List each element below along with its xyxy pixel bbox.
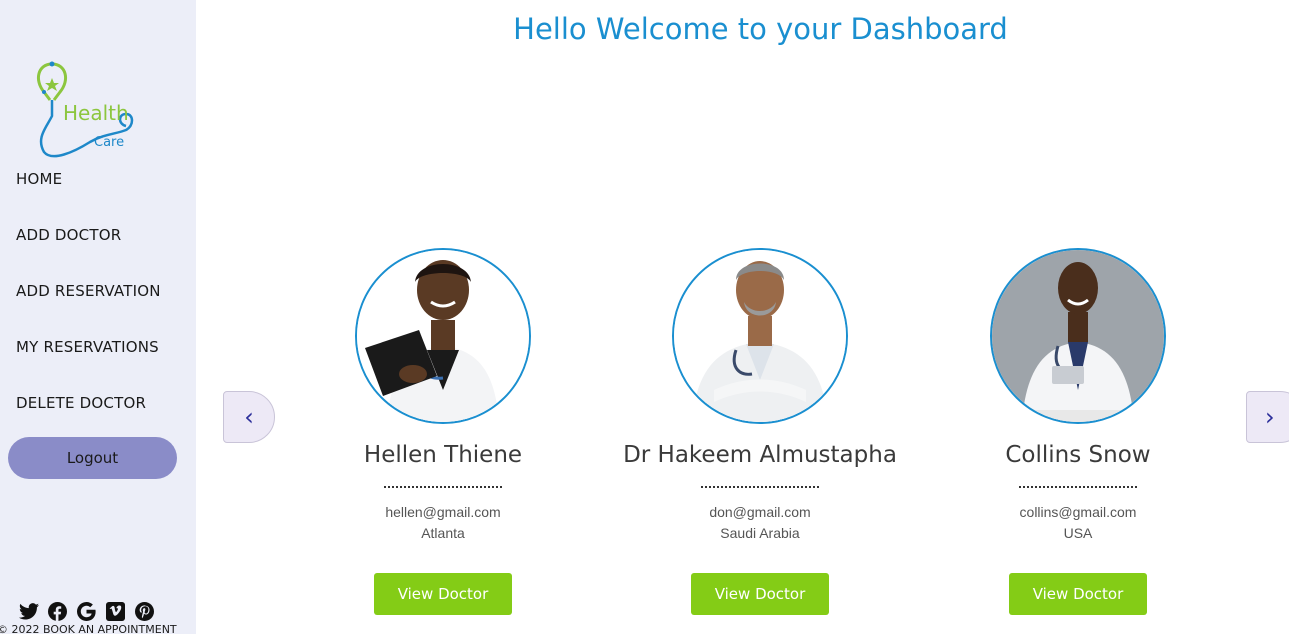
social-links <box>18 601 155 622</box>
logo-text-care: Care <box>94 135 124 150</box>
page-title: Hello Welcome to your Dashboard <box>513 12 1008 46</box>
twitter-icon[interactable] <box>18 601 39 622</box>
doctor-location: USA <box>1063 525 1093 541</box>
doctor-location: Saudi Arabia <box>720 525 800 541</box>
doctor-name: Hellen Thiene <box>363 442 523 468</box>
carousel-next-button[interactable]: › <box>1246 391 1289 443</box>
vimeo-icon[interactable] <box>105 601 126 622</box>
doctor-name: Dr Hakeem Almustapha <box>623 442 897 468</box>
nav-item-add-doctor[interactable]: ADD DOCTOR <box>16 226 121 244</box>
logout-button[interactable]: Logout <box>8 437 177 479</box>
nav-item-home[interactable]: HOME <box>16 170 62 188</box>
nav-item-delete-doctor[interactable]: DELETE DOCTOR <box>16 394 146 412</box>
doctor-photo <box>990 248 1166 424</box>
copyright-text: © 2022 BOOK AN APPOINTMENT <box>0 623 177 634</box>
dotted-divider <box>701 486 819 488</box>
sidebar: Health Care HOME ADD DOCTOR ADD RESERVAT… <box>0 0 196 634</box>
doctor-email: hellen@gmail.com <box>385 504 501 520</box>
doctor-photo <box>672 248 848 424</box>
chevron-right-icon: › <box>1265 403 1275 431</box>
dotted-divider <box>384 486 502 488</box>
doctor-email: collins@gmail.com <box>1019 504 1137 520</box>
view-doctor-button[interactable]: View Doctor <box>1008 573 1148 615</box>
doctor-photo <box>355 248 531 424</box>
view-doctor-button[interactable]: View Doctor <box>690 573 830 615</box>
logo-text-health: Health <box>63 101 129 125</box>
chevron-left-icon: ‹ <box>244 403 254 431</box>
doctor-card: Dr Hakeem Almustapha don@gmail.com Saudi… <box>610 248 910 615</box>
doctor-email: don@gmail.com <box>709 504 811 520</box>
view-doctor-button[interactable]: View Doctor <box>373 573 513 615</box>
carousel-prev-button[interactable]: ‹ <box>223 391 275 443</box>
health-care-logo[interactable]: Health Care <box>30 58 140 166</box>
doctor-location: Atlanta <box>421 525 465 541</box>
pinterest-icon[interactable] <box>134 601 155 622</box>
doctor-name: Collins Snow <box>1005 442 1151 468</box>
nav-item-add-reservation[interactable]: ADD RESERVATION <box>16 282 161 300</box>
google-icon[interactable] <box>76 601 97 622</box>
facebook-icon[interactable] <box>47 601 68 622</box>
dotted-divider <box>1019 486 1137 488</box>
nav-item-my-reservations[interactable]: MY RESERVATIONS <box>16 338 159 356</box>
doctor-card: Collins Snow collins@gmail.com USA View … <box>928 248 1228 615</box>
doctor-card: Hellen Thiene hellen@gmail.com Atlanta V… <box>293 248 593 615</box>
